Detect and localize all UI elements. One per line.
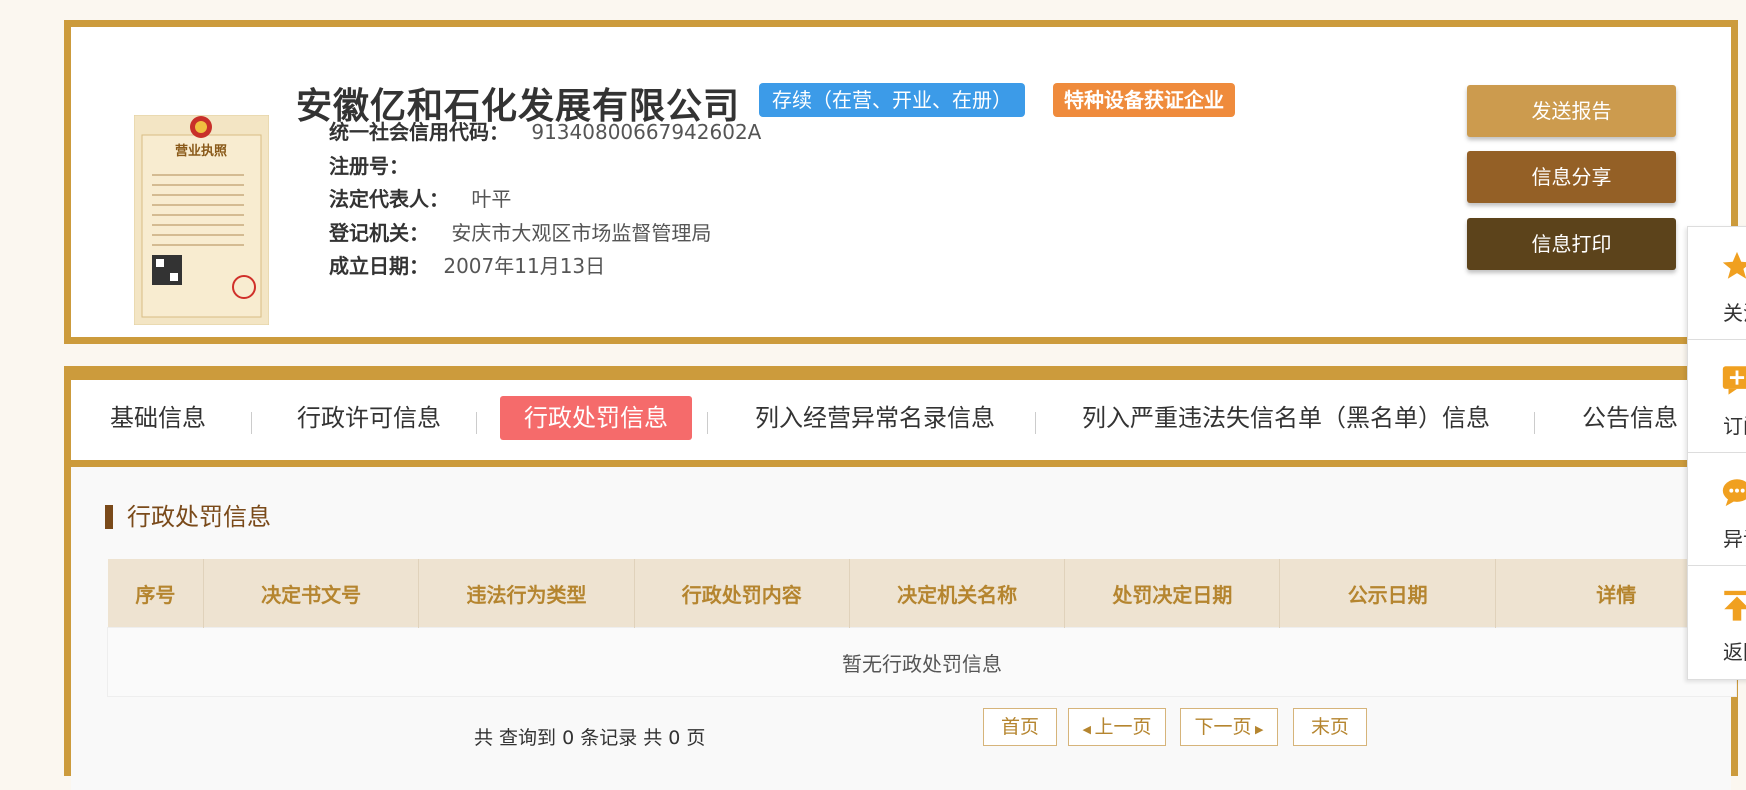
column-header: 决定机关名称 bbox=[849, 559, 1066, 628]
tab-divider bbox=[251, 412, 252, 434]
record-count: 共 查询到 0 条记录 共 0 页 bbox=[474, 727, 706, 749]
license-title: 营业执照 bbox=[175, 143, 227, 159]
back-to-top-label: 返回 bbox=[1723, 640, 1746, 664]
table-row: 暂无行政处罚信息 bbox=[107, 627, 1737, 697]
caret-left-icon: ◀ bbox=[1082, 723, 1095, 736]
tab-abnormal-operation[interactable]: 列入经营异常名录信息 bbox=[731, 396, 1019, 440]
status-badge: 存续（在营、开业、在册） bbox=[759, 83, 1025, 117]
penalty-table: 序号 决定书文号 违法行为类型 行政处罚内容 决定机关名称 处罚决定日期 公示日… bbox=[107, 559, 1737, 697]
registration-number-row: 注册号： bbox=[329, 151, 409, 181]
tab-divider bbox=[476, 412, 477, 434]
detail-panel: 基础信息 行政许可信息 行政处罚信息 列入经营异常名录信息 列入严重违法失信名单… bbox=[64, 366, 1738, 790]
column-header: 序号 bbox=[107, 559, 205, 628]
objection-button[interactable]: 异议 bbox=[1688, 453, 1746, 566]
credit-code-label: 统一社会信用代码： bbox=[329, 120, 509, 144]
prev-page-button[interactable]: ◀ 上一页 bbox=[1068, 708, 1166, 746]
chat-icon bbox=[1722, 479, 1746, 507]
legal-representative-row: 法定代表人： 叶平 bbox=[329, 184, 511, 214]
tab-announcement[interactable]: 公告信息 bbox=[1558, 396, 1702, 440]
registration-authority-label: 登记机关： bbox=[329, 221, 429, 245]
share-info-button[interactable]: 信息分享 bbox=[1467, 151, 1676, 203]
floating-action-bar: 关注 订阅 异议 返回 bbox=[1687, 226, 1746, 680]
business-license-image: 营业执照 bbox=[134, 115, 269, 325]
column-header: 公示日期 bbox=[1279, 559, 1497, 628]
legal-representative-label: 法定代表人： bbox=[329, 187, 449, 211]
company-card: 营业执照 安徽亿和石化发展有限公司 存续（在营、开业、在册） 特种设备获证企业 … bbox=[64, 20, 1738, 344]
section-title: 行政处罚信息 bbox=[105, 505, 271, 529]
print-info-button[interactable]: 信息打印 bbox=[1467, 218, 1676, 270]
first-page-button[interactable]: 首页 bbox=[983, 708, 1057, 746]
tab-admin-penalty[interactable]: 行政处罚信息 bbox=[500, 396, 692, 440]
prev-page-label: 上一页 bbox=[1094, 716, 1152, 738]
send-report-button[interactable]: 发送报告 bbox=[1467, 85, 1676, 137]
subscribe-label: 订阅 bbox=[1723, 414, 1746, 438]
credit-code-row: 统一社会信用代码： 91340800667942602A bbox=[329, 117, 761, 147]
tab-divider bbox=[1534, 412, 1535, 434]
caret-right-icon: ▶ bbox=[1251, 723, 1264, 736]
tab-bar: 基础信息 行政许可信息 行政处罚信息 列入经营异常名录信息 列入严重违法失信名单… bbox=[71, 380, 1731, 467]
column-header: 违法行为类型 bbox=[418, 559, 635, 628]
back-to-top-button[interactable]: 返回 bbox=[1688, 566, 1746, 678]
tab-divider bbox=[707, 412, 708, 434]
star-icon bbox=[1722, 251, 1746, 279]
established-date-label: 成立日期： bbox=[329, 254, 429, 278]
tab-basic-info[interactable]: 基础信息 bbox=[86, 396, 230, 440]
tab-divider bbox=[1035, 412, 1036, 434]
subscribe-button[interactable]: 订阅 bbox=[1688, 340, 1746, 453]
established-date-value: 2007年11月13日 bbox=[443, 254, 606, 278]
established-date-row: 成立日期： 2007年11月13日 bbox=[329, 251, 605, 281]
follow-label: 关注 bbox=[1723, 301, 1746, 325]
tab-blacklist[interactable]: 列入严重违法失信名单（黑名单）信息 bbox=[1058, 396, 1514, 440]
credit-code-value: 91340800667942602A bbox=[531, 120, 762, 144]
empty-table-message: 暂无行政处罚信息 bbox=[107, 627, 1737, 697]
next-page-button[interactable]: 下一页 ▶ bbox=[1180, 708, 1278, 746]
legal-representative-value: 叶平 bbox=[471, 187, 512, 211]
registration-authority-row: 登记机关： 安庆市大观区市场监督管理局 bbox=[329, 218, 711, 248]
subscribe-icon bbox=[1722, 366, 1746, 395]
tab-admin-license[interactable]: 行政许可信息 bbox=[273, 396, 465, 440]
column-header: 行政处罚内容 bbox=[634, 559, 850, 628]
column-header: 决定书文号 bbox=[203, 559, 420, 628]
column-header: 处罚决定日期 bbox=[1064, 559, 1281, 628]
arrow-up-icon bbox=[1724, 590, 1746, 621]
objection-label: 异议 bbox=[1723, 527, 1746, 551]
follow-button[interactable]: 关注 bbox=[1688, 227, 1746, 340]
registration-authority-value: 安庆市大观区市场监督管理局 bbox=[451, 221, 712, 245]
special-equipment-badge: 特种设备获证企业 bbox=[1053, 83, 1235, 117]
penalty-section: 行政处罚信息 序号 决定书文号 违法行为类型 行政处罚内容 决定机关名称 处罚决… bbox=[71, 467, 1737, 790]
registration-number-label: 注册号： bbox=[329, 154, 409, 178]
table-header-row: 序号 决定书文号 违法行为类型 行政处罚内容 决定机关名称 处罚决定日期 公示日… bbox=[107, 559, 1737, 628]
last-page-button[interactable]: 末页 bbox=[1293, 708, 1367, 746]
next-page-label: 下一页 bbox=[1194, 716, 1252, 738]
